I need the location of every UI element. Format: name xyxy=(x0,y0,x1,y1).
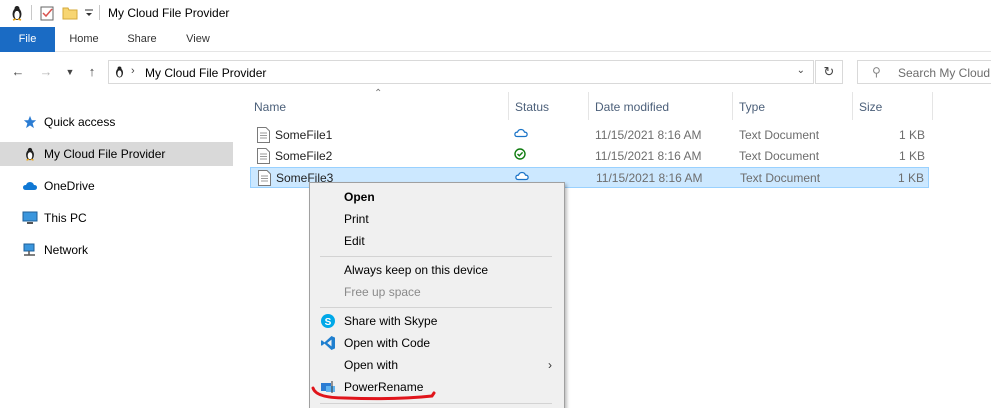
column-divider[interactable] xyxy=(588,92,589,120)
navigation-pane: Quick access My Cloud File Provider OneD… xyxy=(0,92,240,408)
text-file-icon xyxy=(257,127,270,143)
powerrename-icon xyxy=(321,381,335,393)
date-modified: 11/15/2021 8:16 AM xyxy=(595,128,702,142)
menu-item-label: Free up space xyxy=(344,285,421,299)
column-divider[interactable] xyxy=(508,92,509,120)
refresh-button[interactable]: ↻ xyxy=(815,60,843,84)
menu-item-print[interactable]: Print xyxy=(310,208,564,230)
breadcrumb-chevron-icon[interactable]: › xyxy=(131,65,135,77)
properties-icon[interactable] xyxy=(40,5,55,21)
text-file-icon xyxy=(258,170,271,186)
tab-file[interactable]: File xyxy=(0,27,55,52)
menu-item-label: Open xyxy=(344,190,375,204)
title-bar: My Cloud File Provider xyxy=(0,0,991,27)
menu-item-label: Open with Code xyxy=(344,336,431,350)
menu-item-label: Open with xyxy=(344,358,399,372)
new-folder-icon[interactable] xyxy=(62,5,78,21)
context-menu: Open Print Edit Always keep on this devi… xyxy=(309,182,565,408)
date-modified: 11/15/2021 8:16 AM xyxy=(596,171,703,185)
table-row[interactable]: SomeFile2 11/15/2021 8:16 AM Text Docume… xyxy=(250,146,929,167)
computer-icon xyxy=(22,211,38,224)
file-type: Text Document xyxy=(739,149,820,163)
menu-item-free-up-space: Free up space xyxy=(310,281,564,303)
vscode-icon xyxy=(321,336,335,350)
file-size: 1 KB xyxy=(897,171,924,185)
menu-separator xyxy=(320,403,552,404)
file-type: Text Document xyxy=(739,128,820,142)
star-icon xyxy=(23,115,37,129)
menu-separator xyxy=(320,256,552,257)
column-divider[interactable] xyxy=(732,92,733,120)
search-placeholder: Search My Cloud xyxy=(898,66,991,80)
sidebar-item-label: Quick access xyxy=(44,115,116,129)
onedrive-icon xyxy=(23,182,37,190)
address-bar[interactable]: › My Cloud File Provider ⌄ xyxy=(108,60,814,84)
ribbon-tabs: File Home Share View xyxy=(0,27,991,52)
file-name: SomeFile2 xyxy=(275,149,333,163)
tab-share[interactable]: Share xyxy=(120,27,164,52)
sidebar-item-onedrive[interactable]: OneDrive xyxy=(0,174,233,198)
column-header-name[interactable]: Name xyxy=(254,100,286,114)
file-size: 1 KB xyxy=(898,128,925,142)
column-header-size[interactable]: Size xyxy=(859,100,882,114)
customize-quick-access-icon[interactable] xyxy=(84,5,94,21)
cloud-status-icon xyxy=(514,127,528,142)
menu-item-open-with-code[interactable]: Open with Code xyxy=(310,332,564,354)
column-header-type[interactable]: Type xyxy=(739,100,765,114)
table-row[interactable]: SomeFile1 11/15/2021 8:16 AM Text Docume… xyxy=(250,125,929,146)
sidebar-item-my-cloud-file-provider[interactable]: My Cloud File Provider xyxy=(0,142,233,166)
synced-check-icon xyxy=(514,148,526,163)
back-arrow-icon[interactable]: ← xyxy=(10,64,26,80)
date-modified: 11/15/2021 8:16 AM xyxy=(595,149,702,163)
column-divider[interactable] xyxy=(932,92,933,120)
sidebar-item-label: OneDrive xyxy=(44,179,95,193)
navigation-bar: ← → ▼ ↑ › My Cloud File Provider ⌄ ↻ ⚲ S… xyxy=(0,52,991,92)
search-icon: ⚲ xyxy=(872,65,881,79)
separator xyxy=(31,5,32,20)
sidebar-item-quick-access[interactable]: Quick access xyxy=(0,110,233,134)
menu-item-label: Always keep on this device xyxy=(344,263,489,277)
sidebar-item-label: My Cloud File Provider xyxy=(44,147,166,161)
separator xyxy=(99,5,100,20)
location-penguin-icon xyxy=(115,66,124,78)
sort-ascending-icon: ⌃ xyxy=(374,88,383,99)
menu-item-powerrename[interactable]: PowerRename xyxy=(310,376,564,398)
column-divider[interactable] xyxy=(852,92,853,120)
menu-item-open[interactable]: Open xyxy=(310,186,564,208)
sidebar-item-this-pc[interactable]: This PC xyxy=(0,206,233,230)
submenu-arrow-icon: › xyxy=(548,358,552,372)
menu-item-edit[interactable]: Edit xyxy=(310,230,564,252)
address-dropdown-icon[interactable]: ⌄ xyxy=(797,65,805,76)
search-input[interactable]: ⚲ Search My Cloud xyxy=(857,60,991,84)
sidebar-item-label: This PC xyxy=(44,211,87,225)
text-file-icon xyxy=(257,148,270,164)
menu-item-label: PowerRename xyxy=(344,380,424,394)
file-type: Text Document xyxy=(740,171,821,185)
svg-text:S: S xyxy=(325,317,332,328)
forward-arrow-icon[interactable]: → xyxy=(38,64,54,80)
window-title: My Cloud File Provider xyxy=(108,6,230,20)
menu-item-always-keep[interactable]: Always keep on this device xyxy=(310,259,564,281)
tab-view[interactable]: View xyxy=(176,27,220,52)
network-icon xyxy=(23,243,35,256)
column-header-date-modified[interactable]: Date modified xyxy=(595,100,669,114)
up-arrow-icon[interactable]: ↑ xyxy=(84,64,100,80)
menu-item-label: Share with Skype xyxy=(344,314,438,328)
menu-item-label: Print xyxy=(344,212,369,226)
menu-item-open-with[interactable]: Open with › xyxy=(310,354,564,376)
skype-icon: S xyxy=(321,314,335,328)
recent-locations-icon[interactable]: ▼ xyxy=(62,64,78,80)
menu-item-share-skype[interactable]: S Share with Skype xyxy=(310,310,564,332)
menu-item-label: Edit xyxy=(344,234,365,248)
breadcrumb[interactable]: My Cloud File Provider xyxy=(145,66,266,80)
file-name: SomeFile1 xyxy=(275,128,333,142)
app-penguin-icon xyxy=(12,6,22,21)
menu-separator xyxy=(320,307,552,308)
sidebar-item-label: Network xyxy=(44,243,89,257)
cloud-provider-icon xyxy=(26,147,34,161)
sidebar-item-network[interactable]: Network xyxy=(0,238,233,262)
column-header-status[interactable]: Status xyxy=(515,100,549,114)
tab-home[interactable]: Home xyxy=(62,27,106,52)
file-size: 1 KB xyxy=(898,149,925,163)
